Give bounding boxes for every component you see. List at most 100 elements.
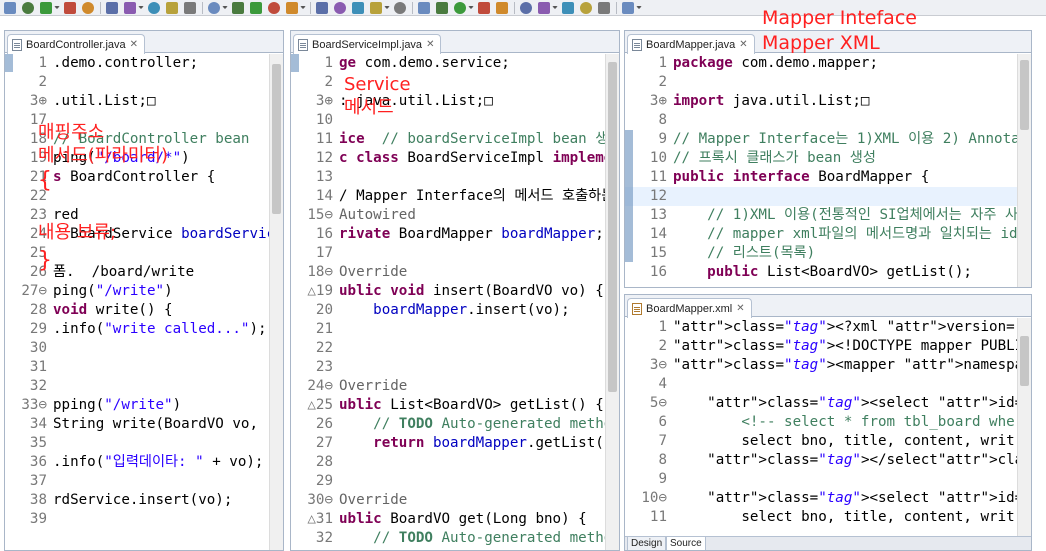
code-line: 3⊕ import java.util.List;□ xyxy=(625,92,1031,111)
breakpoint-icon[interactable] xyxy=(232,2,244,14)
close-icon[interactable]: ✕ xyxy=(736,303,744,314)
refresh-icon[interactable] xyxy=(166,2,178,14)
tab-board-service-impl[interactable]: BoardServiceImpl.java ✕ xyxy=(293,34,442,54)
line-number[interactable]: 5⊖ xyxy=(625,394,669,413)
suspend-icon[interactable] xyxy=(352,2,364,14)
line-number[interactable]: 27⊖ xyxy=(5,282,49,301)
line-number: 11 xyxy=(649,509,667,525)
globe-icon[interactable] xyxy=(520,2,532,14)
back-icon[interactable] xyxy=(580,2,592,14)
step-icon[interactable] xyxy=(250,2,262,14)
line-number[interactable]: 3⊕ xyxy=(5,92,49,111)
line-number[interactable]: 3⊕ xyxy=(625,92,669,111)
line-number[interactable]: 10⊖ xyxy=(625,489,669,508)
dropdown-arrow-icon[interactable] xyxy=(636,6,642,12)
code-text: void write() { xyxy=(53,302,173,318)
code-line: 11 public interface BoardMapper { xyxy=(625,168,1031,187)
forward-icon[interactable] xyxy=(598,2,610,14)
open-file-icon[interactable] xyxy=(436,2,448,14)
code-editor[interactable]: 1 ge com.demo.service; 2 3⊕: java.util.List… xyxy=(291,54,619,550)
line-number[interactable]: 33⊖ xyxy=(5,396,49,415)
tab-source[interactable]: Source xyxy=(666,537,706,550)
line-number: △31 xyxy=(307,511,333,527)
code-line: 39 xyxy=(5,510,283,529)
scrollbar-thumb[interactable] xyxy=(1020,60,1029,130)
debug-icon[interactable] xyxy=(82,2,94,14)
run-icon[interactable] xyxy=(106,2,118,14)
dropdown-arrow-icon[interactable] xyxy=(384,6,390,12)
terminate-icon[interactable] xyxy=(370,2,382,14)
code-text: .util.List;□ xyxy=(53,93,156,109)
code-text: "attr">class="tag"><select "attr">id="ge… xyxy=(707,395,1031,411)
step-over-icon[interactable] xyxy=(268,2,280,14)
vertical-scrollbar[interactable] xyxy=(269,54,283,550)
save-icon[interactable] xyxy=(22,2,34,14)
open-task-icon[interactable] xyxy=(208,2,220,14)
dropdown-arrow-icon[interactable] xyxy=(468,6,474,12)
java-file-icon xyxy=(632,38,642,51)
line-number[interactable]: 30⊖ xyxy=(291,491,335,510)
run-last-icon[interactable] xyxy=(316,2,328,14)
line-number[interactable]: 3⊖ xyxy=(625,356,669,375)
open-type-icon[interactable] xyxy=(184,2,196,14)
external-tools-icon[interactable] xyxy=(478,2,490,14)
line-number[interactable]: 18⊖ xyxy=(291,263,335,282)
close-icon[interactable]: ✕ xyxy=(426,39,434,50)
tab-board-mapper-java[interactable]: BoardMapper.java ✕ xyxy=(627,34,755,54)
code-line: 30 xyxy=(5,339,283,358)
dropdown-arrow-icon[interactable] xyxy=(300,6,306,12)
resume-icon[interactable] xyxy=(334,2,346,14)
print-icon[interactable] xyxy=(64,2,76,14)
code-line: 16 public List<BoardVO> getList(); xyxy=(625,263,1031,282)
editor-tabstrip: BoardController.java ✕ xyxy=(5,31,283,54)
code-editor[interactable]: 1 package com.demo.mapper; 2 3⊕ import java.… xyxy=(625,54,1031,287)
line-number[interactable]: 3⊕ xyxy=(291,92,335,111)
code-line: 27⊖ ping("/write") xyxy=(5,282,283,301)
code-line: 10⊖ "attr">class="tag"><select "attr">id… xyxy=(625,489,1031,508)
save-all-icon[interactable] xyxy=(40,2,52,14)
prev-annotation-icon[interactable] xyxy=(562,2,574,14)
dropdown-arrow-icon[interactable] xyxy=(54,6,60,12)
open-folder-icon[interactable] xyxy=(418,2,430,14)
code-text: s BoardController { xyxy=(53,169,216,185)
code-text: .info("write called..."); xyxy=(53,321,267,337)
line-number[interactable]: 24⊖ xyxy=(291,377,335,396)
vertical-scrollbar[interactable] xyxy=(605,54,619,550)
code-text: // TODO Auto-generated method xyxy=(373,416,619,432)
server-icon[interactable] xyxy=(496,2,508,14)
vertical-scrollbar[interactable] xyxy=(1017,318,1031,536)
scrollbar-thumb[interactable] xyxy=(608,62,617,392)
line-number: 36 xyxy=(29,454,47,470)
disconnect-icon[interactable] xyxy=(394,2,406,14)
vertical-scrollbar[interactable] xyxy=(1017,54,1031,287)
profile-icon[interactable] xyxy=(124,2,136,14)
dropdown-arrow-icon[interactable] xyxy=(552,6,558,12)
java-file-icon xyxy=(12,38,22,51)
tab-design[interactable]: Design xyxy=(627,537,667,550)
editor-tabstrip: BoardServiceImpl.java ✕ xyxy=(291,31,619,54)
tab-label: BoardMapper.java xyxy=(646,38,736,51)
close-icon[interactable]: ✕ xyxy=(130,39,138,50)
next-annotation-icon[interactable] xyxy=(538,2,550,14)
code-text: Override xyxy=(339,378,408,394)
scrollbar-thumb[interactable] xyxy=(1020,336,1029,386)
step-return-icon[interactable] xyxy=(286,2,298,14)
new-file-icon[interactable] xyxy=(4,2,16,14)
tab-board-controller[interactable]: BoardController.java ✕ xyxy=(7,34,146,54)
pin-icon[interactable] xyxy=(622,2,634,14)
search-icon[interactable] xyxy=(148,2,160,14)
line-number: 27 xyxy=(315,435,333,451)
line-number: 31 xyxy=(29,359,47,375)
code-editor[interactable]: 1 "attr">class="tag"><?xml "attr">version… xyxy=(625,318,1031,536)
build-icon[interactable] xyxy=(454,2,466,14)
tab-board-mapper-xml[interactable]: BoardMapper.xml ✕ xyxy=(627,298,752,318)
line-number: △25 xyxy=(307,397,333,413)
close-icon[interactable]: ✕ xyxy=(739,39,747,50)
dropdown-arrow-icon[interactable] xyxy=(138,6,144,12)
code-text: pping("/write") xyxy=(53,397,182,413)
scrollbar-thumb[interactable] xyxy=(272,64,281,214)
line-number[interactable]: 15⊖ xyxy=(291,206,335,225)
dropdown-arrow-icon[interactable] xyxy=(222,6,228,12)
editor-pane-board-mapper-xml: BoardMapper.xml ✕ 1 "attr">class="tag"><?… xyxy=(624,294,1032,551)
line-number: 28 xyxy=(29,302,47,318)
